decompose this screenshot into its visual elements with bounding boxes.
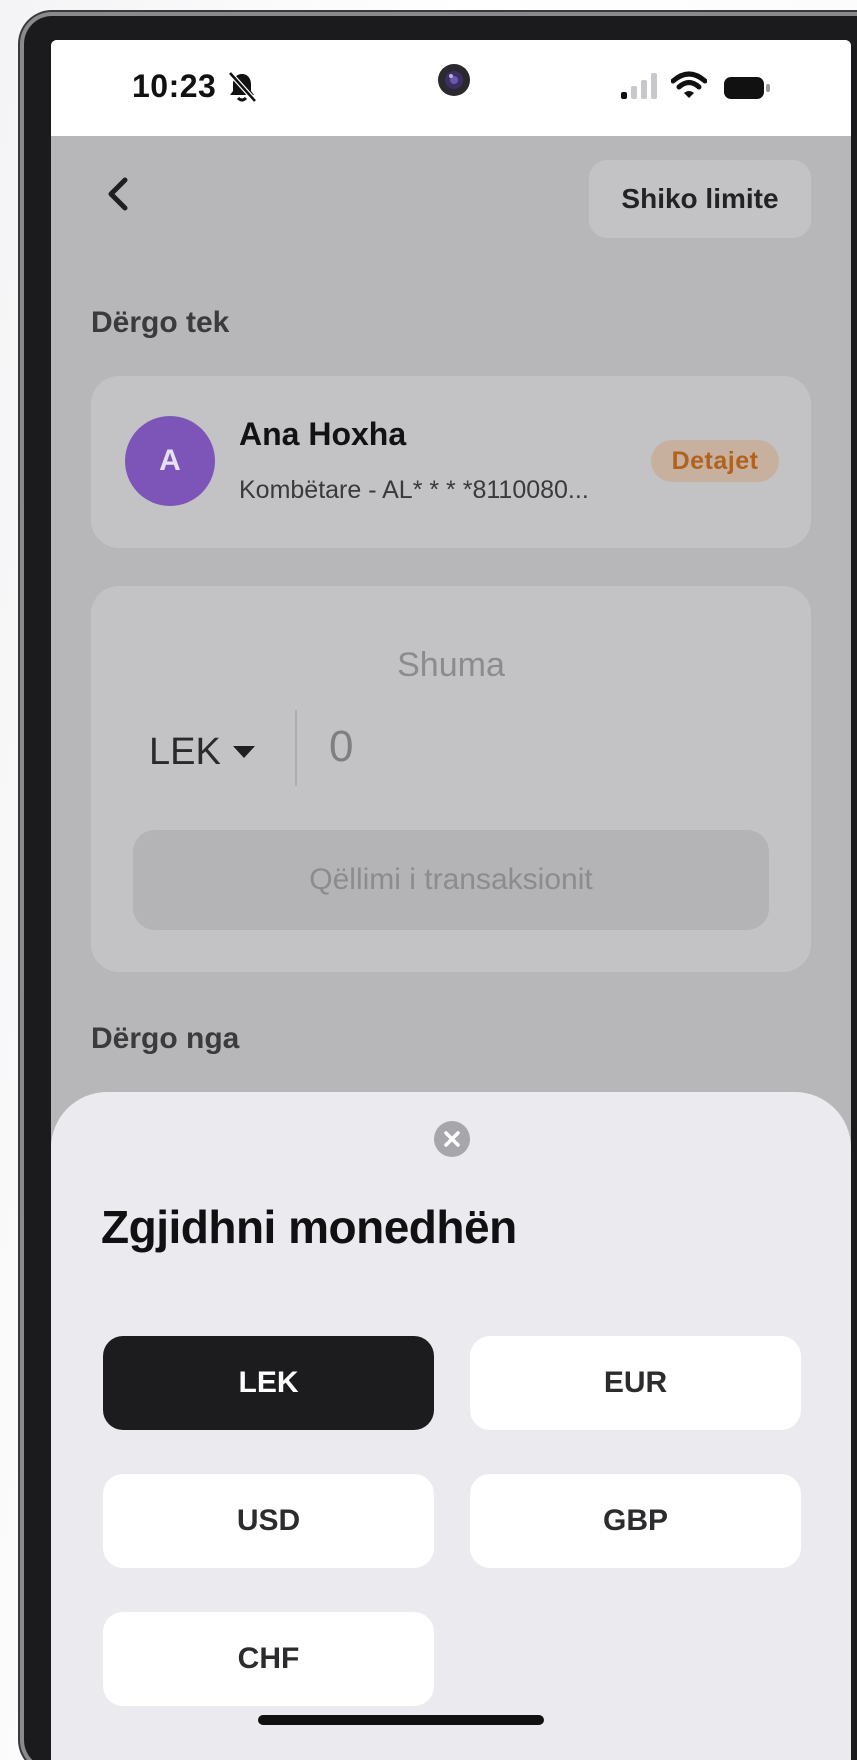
back-chevron-icon[interactable]: [103, 174, 133, 214]
home-indicator[interactable]: [258, 1715, 544, 1725]
wifi-icon: [671, 71, 707, 98]
sheet-title: Zgjidhni monedhën: [101, 1201, 517, 1253]
currency-option-lek[interactable]: LEK: [103, 1336, 434, 1430]
currency-option-chf[interactable]: CHF: [103, 1612, 434, 1706]
currency-option-gbp[interactable]: GBP: [470, 1474, 801, 1568]
currency-dropdown[interactable]: LEK: [149, 724, 257, 780]
avatar: A: [125, 416, 215, 506]
phone-screen: 10:23 Shiko limite Dërgo tek A Ana Hoxha…: [51, 40, 851, 1760]
recipient-card[interactable]: A Ana Hoxha Kombëtare - AL* * * *8110080…: [91, 376, 811, 548]
device-stage: 10:23 Shiko limite Dërgo tek A Ana Hoxha…: [0, 0, 857, 1760]
currency-dropdown-value: LEK: [149, 730, 221, 773]
currency-option-usd[interactable]: USD: [103, 1474, 434, 1568]
status-bar: 10:23: [51, 40, 851, 136]
front-camera-icon: [438, 64, 470, 96]
view-limits-button[interactable]: Shiko limite: [589, 160, 811, 238]
cellular-signal-icon: [621, 73, 657, 99]
currency-picker-sheet: Zgjidhni monedhën LEK EUR USD GBP CHF: [51, 1092, 851, 1760]
amount-divider: [295, 710, 297, 786]
send-to-label: Dërgo tek: [91, 306, 230, 339]
status-time: 10:23: [132, 68, 217, 104]
recipient-account: Kombëtare - AL* * * *8110080...: [239, 476, 589, 504]
currency-option-eur[interactable]: EUR: [470, 1336, 801, 1430]
transaction-purpose-field[interactable]: Qëllimi i transaksionit: [133, 830, 769, 930]
bell-muted-icon: [228, 71, 257, 103]
amount-label: Shuma: [397, 646, 505, 684]
send-from-label: Dërgo nga: [91, 1022, 240, 1055]
amount-card: Shuma LEK 0 Qëllimi i transaksionit: [91, 586, 811, 972]
details-button[interactable]: Detajet: [651, 440, 779, 482]
recipient-name: Ana Hoxha: [239, 416, 407, 452]
close-icon[interactable]: [433, 1120, 471, 1158]
amount-input[interactable]: 0: [329, 722, 353, 772]
caret-down-icon: [232, 746, 255, 758]
battery-icon: [724, 77, 770, 99]
